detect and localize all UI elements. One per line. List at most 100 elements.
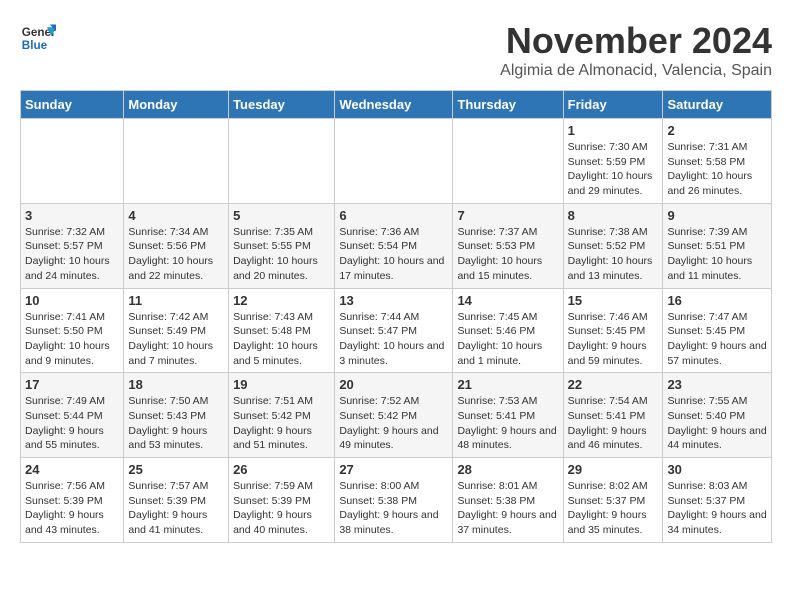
day-number: 27	[339, 462, 448, 477]
calendar-cell: 20 Sunrise: 7:52 AM Sunset: 5:42 PM Dayli…	[335, 373, 453, 458]
day-info: Sunrise: 7:35 AM Sunset: 5:55 PM Dayligh…	[233, 225, 330, 284]
day-number: 1	[568, 123, 659, 138]
weekday-header-cell: Saturday	[663, 91, 772, 119]
title-block: November 2024 Algimia de Almonacid, Vale…	[500, 20, 772, 80]
day-number: 7	[457, 208, 558, 223]
day-number: 9	[667, 208, 767, 223]
day-number: 18	[128, 377, 224, 392]
calendar-cell: 8 Sunrise: 7:38 AM Sunset: 5:52 PM Daylig…	[563, 203, 663, 288]
day-info: Sunrise: 7:45 AM Sunset: 5:46 PM Dayligh…	[457, 310, 558, 369]
calendar-cell	[453, 119, 563, 204]
calendar-cell	[229, 119, 335, 204]
calendar-week-row: 17Sunrise: 7:49 AM Sunset: 5:44 PM Dayli…	[21, 373, 772, 458]
day-info: Sunrise: 7:52 AM Sunset: 5:42 PM Dayligh…	[339, 394, 448, 453]
day-number: 25	[128, 462, 224, 477]
calendar-cell	[21, 119, 124, 204]
calendar-cell: 17Sunrise: 7:49 AM Sunset: 5:44 PM Dayli…	[21, 373, 124, 458]
day-info: Sunrise: 7:32 AM Sunset: 5:57 PM Dayligh…	[25, 225, 119, 284]
day-info: Sunrise: 7:50 AM Sunset: 5:43 PM Dayligh…	[128, 394, 224, 453]
day-number: 26	[233, 462, 330, 477]
weekday-header-cell: Friday	[563, 91, 663, 119]
day-number: 4	[128, 208, 224, 223]
weekday-header-cell: Thursday	[453, 91, 563, 119]
day-number: 23	[667, 377, 767, 392]
day-info: Sunrise: 7:56 AM Sunset: 5:39 PM Dayligh…	[25, 479, 119, 538]
day-info: Sunrise: 7:42 AM Sunset: 5:49 PM Dayligh…	[128, 310, 224, 369]
day-number: 10	[25, 293, 119, 308]
day-info: Sunrise: 7:53 AM Sunset: 5:41 PM Dayligh…	[457, 394, 558, 453]
calendar-cell: 19 Sunrise: 7:51 AM Sunset: 5:42 PM Dayli…	[229, 373, 335, 458]
calendar-cell: 7 Sunrise: 7:37 AM Sunset: 5:53 PM Daylig…	[453, 203, 563, 288]
day-number: 13	[339, 293, 448, 308]
calendar-cell: 27Sunrise: 8:00 AM Sunset: 5:38 PM Dayli…	[335, 458, 453, 543]
day-number: 14	[457, 293, 558, 308]
day-info: Sunrise: 7:37 AM Sunset: 5:53 PM Dayligh…	[457, 225, 558, 284]
day-number: 22	[568, 377, 659, 392]
calendar-week-row: 1 Sunrise: 7:30 AM Sunset: 5:59 PM Daylig…	[21, 119, 772, 204]
day-number: 2	[667, 123, 767, 138]
calendar-week-row: 3Sunrise: 7:32 AM Sunset: 5:57 PM Daylig…	[21, 203, 772, 288]
day-number: 11	[128, 293, 224, 308]
calendar-cell: 26 Sunrise: 7:59 AM Sunset: 5:39 PM Dayli…	[229, 458, 335, 543]
day-info: Sunrise: 7:55 AM Sunset: 5:40 PM Dayligh…	[667, 394, 767, 453]
day-info: Sunrise: 7:59 AM Sunset: 5:39 PM Dayligh…	[233, 479, 330, 538]
calendar-cell: 2Sunrise: 7:31 AM Sunset: 5:58 PM Daylig…	[663, 119, 772, 204]
calendar-body: 1 Sunrise: 7:30 AM Sunset: 5:59 PM Daylig…	[21, 119, 772, 543]
calendar-cell: 18 Sunrise: 7:50 AM Sunset: 5:43 PM Dayli…	[124, 373, 229, 458]
weekday-header-cell: Sunday	[21, 91, 124, 119]
calendar-week-row: 24Sunrise: 7:56 AM Sunset: 5:39 PM Dayli…	[21, 458, 772, 543]
day-number: 15	[568, 293, 659, 308]
weekday-header-cell: Tuesday	[229, 91, 335, 119]
day-number: 8	[568, 208, 659, 223]
day-info: Sunrise: 8:02 AM Sunset: 5:37 PM Dayligh…	[568, 479, 659, 538]
calendar-cell: 11 Sunrise: 7:42 AM Sunset: 5:49 PM Dayli…	[124, 288, 229, 373]
calendar-cell: 3Sunrise: 7:32 AM Sunset: 5:57 PM Daylig…	[21, 203, 124, 288]
day-info: Sunrise: 7:36 AM Sunset: 5:54 PM Dayligh…	[339, 225, 448, 284]
day-info: Sunrise: 7:44 AM Sunset: 5:47 PM Dayligh…	[339, 310, 448, 369]
day-info: Sunrise: 8:03 AM Sunset: 5:37 PM Dayligh…	[667, 479, 767, 538]
day-number: 19	[233, 377, 330, 392]
day-info: Sunrise: 7:43 AM Sunset: 5:48 PM Dayligh…	[233, 310, 330, 369]
day-info: Sunrise: 7:54 AM Sunset: 5:41 PM Dayligh…	[568, 394, 659, 453]
day-info: Sunrise: 7:46 AM Sunset: 5:45 PM Dayligh…	[568, 310, 659, 369]
weekday-header-cell: Monday	[124, 91, 229, 119]
day-number: 28	[457, 462, 558, 477]
logo: General Blue	[20, 20, 56, 56]
weekday-header-row: SundayMondayTuesdayWednesdayThursdayFrid…	[21, 91, 772, 119]
calendar-cell: 24Sunrise: 7:56 AM Sunset: 5:39 PM Dayli…	[21, 458, 124, 543]
calendar-table: SundayMondayTuesdayWednesdayThursdayFrid…	[20, 90, 772, 543]
calendar-cell: 10 Sunrise: 7:41 AM Sunset: 5:50 PM Dayli…	[21, 288, 124, 373]
day-info: Sunrise: 7:51 AM Sunset: 5:42 PM Dayligh…	[233, 394, 330, 453]
location-title: Algimia de Almonacid, Valencia, Spain	[500, 62, 772, 80]
day-number: 17	[25, 377, 119, 392]
day-info: Sunrise: 7:57 AM Sunset: 5:39 PM Dayligh…	[128, 479, 224, 538]
calendar-cell: 9 Sunrise: 7:39 AM Sunset: 5:51 PM Daylig…	[663, 203, 772, 288]
calendar-cell: 28Sunrise: 8:01 AM Sunset: 5:38 PM Dayli…	[453, 458, 563, 543]
calendar-cell: 29 Sunrise: 8:02 AM Sunset: 5:37 PM Dayli…	[563, 458, 663, 543]
day-info: Sunrise: 7:38 AM Sunset: 5:52 PM Dayligh…	[568, 225, 659, 284]
day-info: Sunrise: 7:39 AM Sunset: 5:51 PM Dayligh…	[667, 225, 767, 284]
svg-text:Blue: Blue	[22, 39, 48, 52]
day-number: 29	[568, 462, 659, 477]
calendar-cell: 22 Sunrise: 7:54 AM Sunset: 5:41 PM Dayli…	[563, 373, 663, 458]
day-number: 6	[339, 208, 448, 223]
calendar-cell: 16Sunrise: 7:47 AM Sunset: 5:45 PM Dayli…	[663, 288, 772, 373]
calendar-cell: 6 Sunrise: 7:36 AM Sunset: 5:54 PM Daylig…	[335, 203, 453, 288]
calendar-cell: 21 Sunrise: 7:53 AM Sunset: 5:41 PM Dayli…	[453, 373, 563, 458]
month-title: November 2024	[500, 20, 772, 62]
weekday-header-cell: Wednesday	[335, 91, 453, 119]
page-header: General Blue November 2024 Algimia de Al…	[20, 20, 772, 80]
day-number: 21	[457, 377, 558, 392]
calendar-cell: 15 Sunrise: 7:46 AM Sunset: 5:45 PM Dayli…	[563, 288, 663, 373]
calendar-cell: 25 Sunrise: 7:57 AM Sunset: 5:39 PM Dayli…	[124, 458, 229, 543]
calendar-week-row: 10 Sunrise: 7:41 AM Sunset: 5:50 PM Dayli…	[21, 288, 772, 373]
day-number: 12	[233, 293, 330, 308]
day-number: 20	[339, 377, 448, 392]
calendar-cell: 1 Sunrise: 7:30 AM Sunset: 5:59 PM Daylig…	[563, 119, 663, 204]
day-info: Sunrise: 7:41 AM Sunset: 5:50 PM Dayligh…	[25, 310, 119, 369]
calendar-cell: 30Sunrise: 8:03 AM Sunset: 5:37 PM Dayli…	[663, 458, 772, 543]
logo-icon: General Blue	[20, 20, 56, 56]
day-info: Sunrise: 7:47 AM Sunset: 5:45 PM Dayligh…	[667, 310, 767, 369]
day-info: Sunrise: 7:30 AM Sunset: 5:59 PM Dayligh…	[568, 140, 659, 199]
calendar-cell: 12 Sunrise: 7:43 AM Sunset: 5:48 PM Dayli…	[229, 288, 335, 373]
